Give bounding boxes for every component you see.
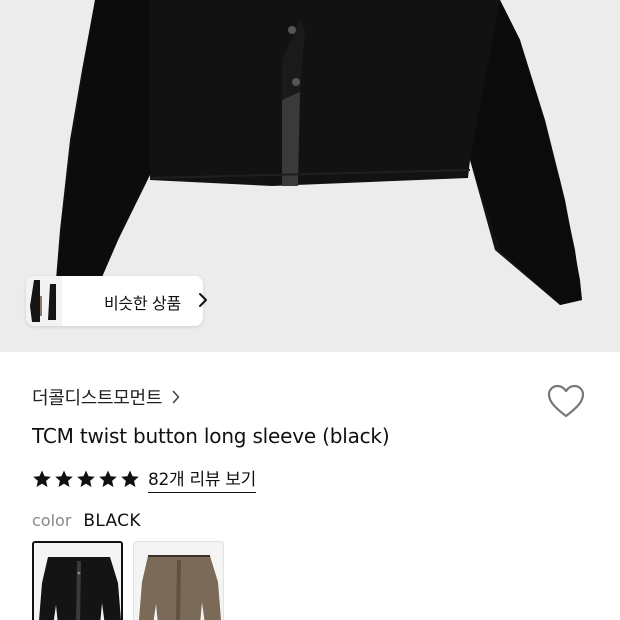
similar-products-button[interactable]: 비슷한 상품 bbox=[26, 276, 207, 326]
product-image[interactable]: 비슷한 상품 bbox=[0, 0, 620, 352]
color-swatch-black[interactable] bbox=[32, 541, 123, 620]
chevron-right-icon bbox=[172, 389, 180, 408]
similar-products-label: 비슷한 상품 bbox=[104, 294, 181, 313]
rating-row: 82개 리뷰 보기 bbox=[32, 465, 256, 493]
heart-outline-icon[interactable] bbox=[546, 382, 586, 422]
color-value: BLACK bbox=[83, 511, 141, 531]
color-label: color bbox=[32, 511, 72, 530]
star-icon bbox=[33, 470, 51, 487]
review-link[interactable]: 82개 리뷰 보기 bbox=[148, 465, 256, 493]
similar-product-thumbnail bbox=[26, 276, 62, 326]
star-icon bbox=[55, 470, 73, 487]
star-icon bbox=[121, 470, 139, 487]
brand-link[interactable]: 더콜디스트모먼트 bbox=[32, 384, 180, 410]
brand-name: 더콜디스트모먼트 bbox=[32, 388, 163, 409]
star-icon bbox=[77, 470, 95, 487]
chevron-right-icon bbox=[198, 292, 208, 312]
color-row: color BLACK bbox=[32, 511, 141, 531]
star-rating bbox=[32, 469, 142, 489]
color-swatch-khaki[interactable] bbox=[133, 541, 224, 620]
product-title: TCM twist button long sleeve (black) bbox=[32, 424, 390, 448]
star-icon bbox=[99, 470, 117, 487]
